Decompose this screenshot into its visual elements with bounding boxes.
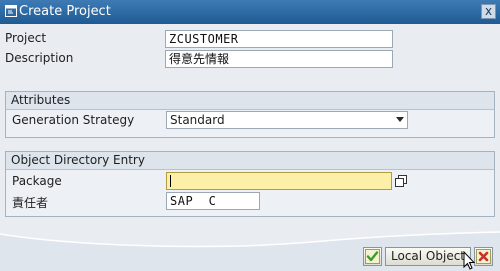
object-directory-group-header: Object Directory Entry	[6, 152, 494, 170]
package-input[interactable]	[166, 172, 392, 190]
generation-strategy-dropdown[interactable]: Standard	[166, 111, 408, 129]
project-input[interactable]: ZCUSTOMER	[165, 30, 393, 48]
cancel-icon	[476, 249, 491, 264]
cancel-button[interactable]	[474, 247, 493, 266]
attributes-group-header: Attributes	[6, 92, 494, 110]
mouse-pointer-icon	[463, 251, 475, 270]
project-label: Project	[5, 31, 47, 45]
description-label: Description	[5, 51, 74, 65]
checkmark-icon	[365, 249, 380, 264]
window-icon	[5, 5, 17, 17]
attributes-group-title: Attributes	[11, 93, 71, 107]
object-directory-group: Object Directory Entry Package 責任者 SAP C	[5, 151, 495, 217]
confirm-button[interactable]	[363, 247, 382, 266]
local-object-button[interactable]: Local Object	[385, 247, 471, 266]
package-label: Package	[12, 174, 62, 188]
dialog-title: Create Project	[19, 4, 111, 19]
person-responsible-input[interactable]: SAP C	[166, 192, 260, 210]
value-help-icon[interactable]	[395, 175, 407, 187]
chevron-down-icon[interactable]	[396, 117, 404, 122]
attributes-group: Attributes Generation Strategy Standard	[5, 91, 495, 138]
close-icon: x	[484, 4, 493, 18]
object-directory-group-title: Object Directory Entry	[11, 153, 145, 167]
generation-strategy-label: Generation Strategy	[12, 113, 135, 127]
title-bar[interactable]: Create Project x	[0, 0, 500, 24]
description-input[interactable]: 得意先情報	[165, 50, 393, 68]
person-responsible-label: 責任者	[12, 196, 49, 210]
generation-strategy-value: Standard	[170, 113, 225, 127]
text-caret	[170, 175, 171, 187]
close-button[interactable]: x	[481, 4, 496, 19]
create-project-dialog: Create Project x Project ZCUSTOMER Descr…	[0, 0, 500, 271]
